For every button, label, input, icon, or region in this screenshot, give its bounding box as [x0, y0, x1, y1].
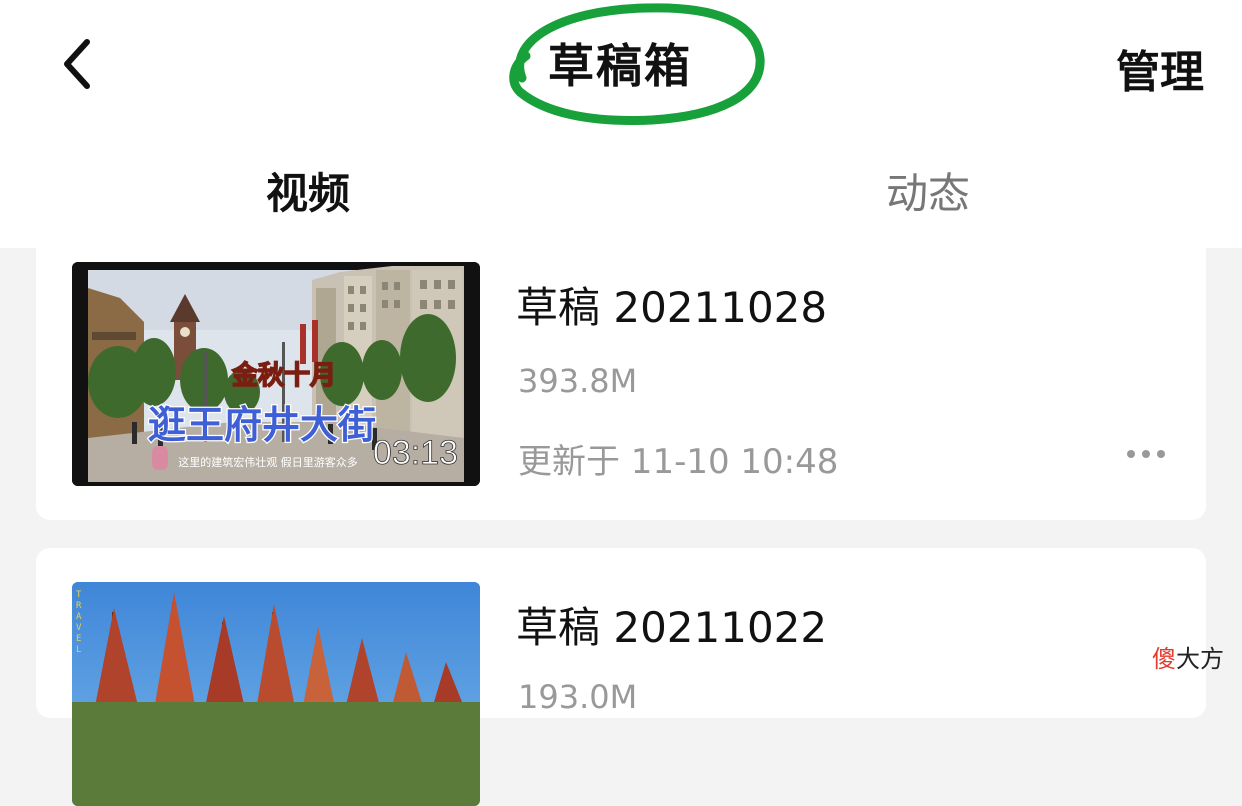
draft-size: 393.8M [518, 362, 638, 400]
thumbnail-subtitle: 这里的建筑宏伟壮观 假日里游客众多 [178, 455, 358, 469]
top-bar: 草稿箱 管理 视频 动态 [0, 0, 1242, 248]
watermark-first-char: 傻 [1152, 645, 1176, 673]
tab-dynamic[interactable]: 动态 [886, 160, 970, 221]
draft-title: 草稿 20211028 [516, 283, 828, 332]
draft-thumbnail[interactable]: 金秋十月 逛王府井大街 这里的建筑宏伟壮观 假日里游客众多 03:13 [72, 262, 480, 486]
watermark: 傻大方 [1152, 639, 1224, 674]
thumbnail-side-text: TRAVEL [76, 590, 82, 655]
draft-thumbnail[interactable]: TRAVEL [72, 582, 480, 806]
more-dots-icon [1127, 450, 1165, 458]
draft-card[interactable]: 金秋十月 逛王府井大街 这里的建筑宏伟壮观 假日里游客众多 03:13 草稿 2… [36, 226, 1206, 520]
tab-video[interactable]: 视频 [266, 160, 350, 221]
video-duration: 03:13 [373, 434, 458, 472]
draft-updated-time: 更新于 11-10 10:48 [518, 442, 839, 482]
manage-button[interactable]: 管理 [1116, 36, 1204, 100]
thumbnail-overlay: 金秋十月 逛王府井大街 这里的建筑宏伟壮观 假日里游客众多 03:13 [147, 359, 459, 472]
chevron-left-icon [64, 39, 90, 89]
back-button[interactable] [52, 36, 100, 92]
draft-card[interactable]: TRAVEL 草稿 20211022 193.0M [36, 548, 1206, 806]
thumbnail-caption-top: 金秋十月 [231, 360, 336, 391]
page-title-area: 草稿箱 [504, 2, 768, 128]
watermark-rest: 大方 [1176, 645, 1224, 673]
thumbnail-caption-main: 逛王府井大街 [148, 402, 376, 447]
draft-size: 193.0M [518, 678, 638, 716]
more-options-button[interactable] [1124, 436, 1168, 472]
draft-title: 草稿 20211022 [516, 603, 828, 652]
autumn-trees-image [72, 582, 480, 806]
page-title: 草稿箱 [548, 39, 692, 93]
